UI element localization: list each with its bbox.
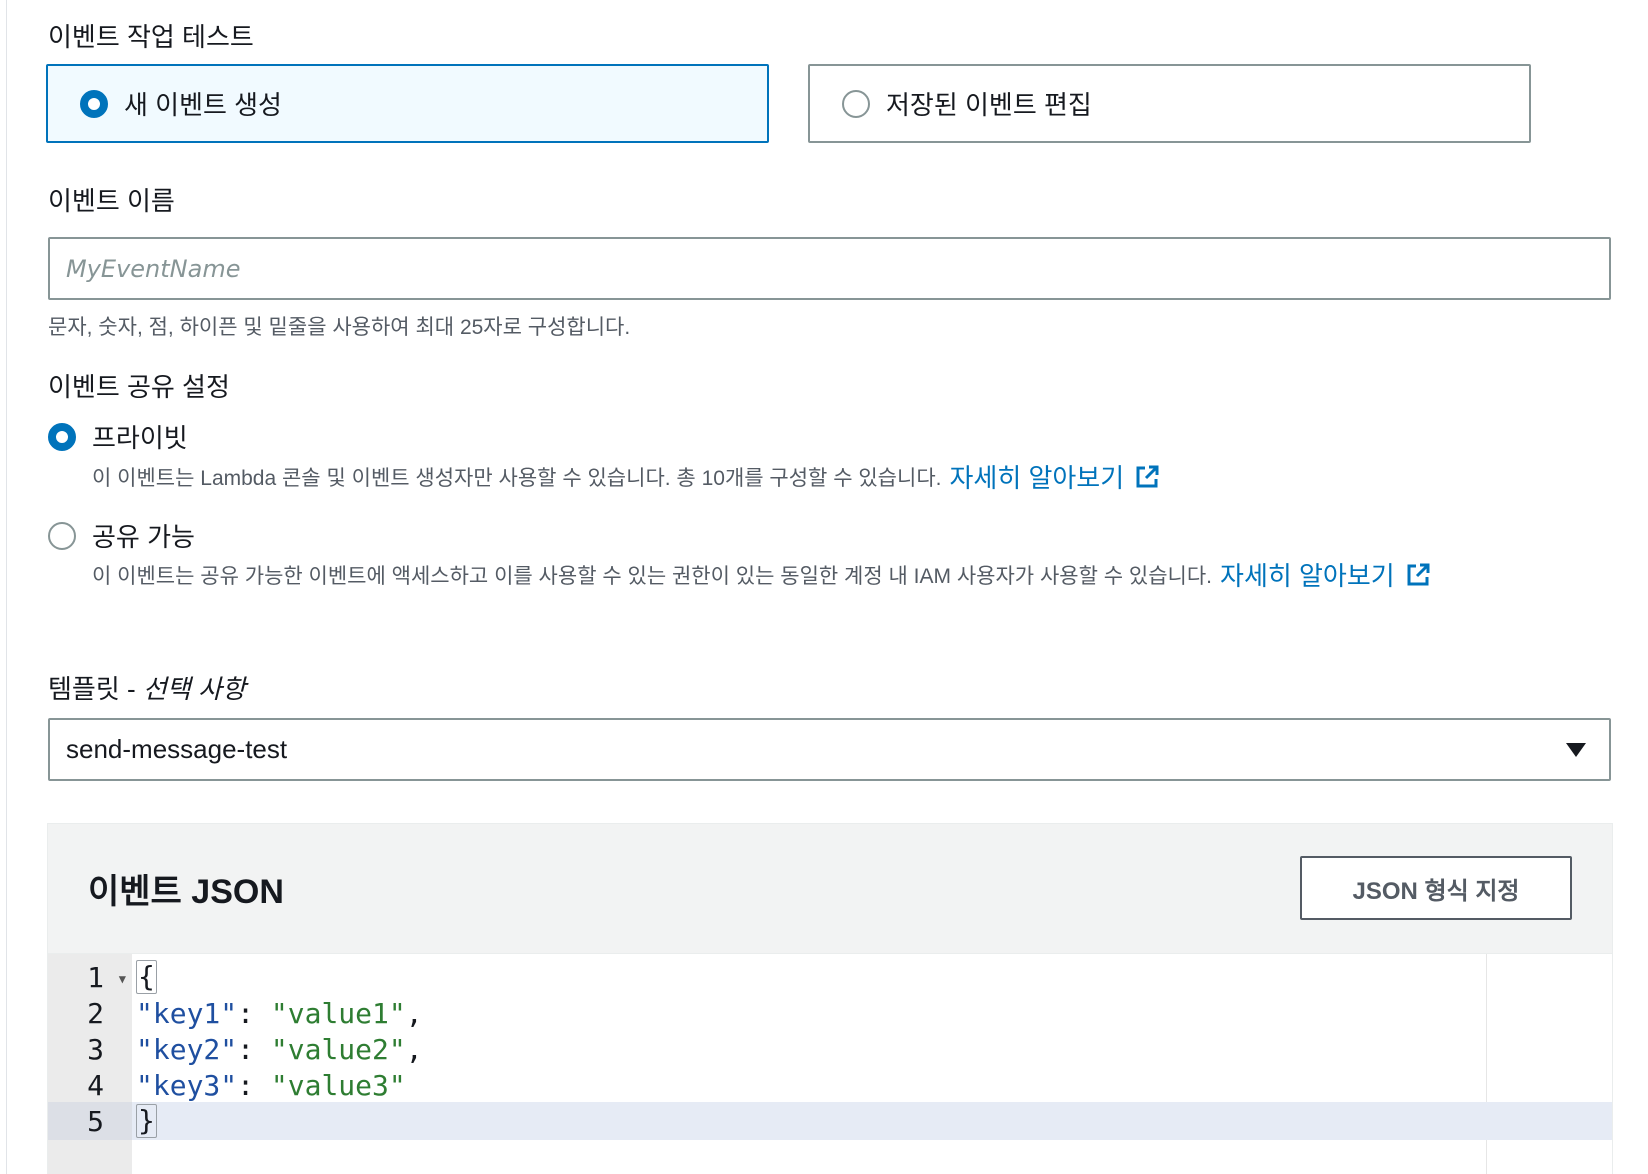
radio-unselected-icon[interactable] bbox=[842, 89, 870, 118]
json-value: "value3" bbox=[270, 1068, 406, 1102]
json-key: "key3" bbox=[136, 1068, 238, 1102]
line-number: 5 bbox=[48, 1102, 132, 1140]
json-key: "key2" bbox=[136, 1032, 238, 1066]
json-colon: : bbox=[237, 1068, 271, 1102]
event-json-title: 이벤트 JSON bbox=[88, 873, 284, 911]
json-comma: , bbox=[405, 1032, 423, 1066]
event-sharing-label: 이벤트 공유 설정 bbox=[48, 372, 230, 402]
create-new-event-option[interactable]: 새 이벤트 생성 bbox=[46, 64, 769, 143]
learn-more-text: 자세히 알아보기 bbox=[1220, 561, 1395, 591]
line-number: 2 bbox=[87, 996, 104, 1030]
line-number: 3 bbox=[87, 1032, 104, 1066]
json-colon: : bbox=[237, 1032, 271, 1066]
template-optional-text: 선택 사항 bbox=[142, 674, 246, 704]
json-key: "key1" bbox=[136, 996, 238, 1030]
sharing-private-label: 프라이빗 bbox=[92, 423, 188, 453]
code-line-active[interactable]: 5 } bbox=[48, 1102, 1612, 1140]
sharing-shareable-label: 공유 가능 bbox=[92, 522, 195, 552]
edit-saved-event-option[interactable]: 저장된 이벤트 편집 bbox=[808, 64, 1531, 143]
line-number: 4 bbox=[87, 1068, 104, 1102]
json-value: "value2" bbox=[270, 1032, 406, 1066]
fold-toggle-icon[interactable]: ▼ bbox=[119, 972, 126, 986]
sharing-private-description: 이 이벤트는 Lambda 콘솔 및 이벤트 생성자만 사용할 수 있습니다. … bbox=[92, 458, 1160, 495]
open-brace: { bbox=[136, 960, 157, 994]
code-text: "key3": "value3" bbox=[132, 1069, 406, 1102]
sharing-private-description-text: 이 이벤트는 Lambda 콘솔 및 이벤트 생성자만 사용할 수 있습니다. … bbox=[92, 466, 942, 490]
format-json-button[interactable]: JSON 형식 지정 bbox=[1300, 856, 1572, 920]
left-divider bbox=[6, 0, 7, 1174]
template-label: 템플릿 - 선택 사항 bbox=[48, 669, 246, 706]
code-text: { bbox=[132, 960, 157, 994]
sharing-shareable-description-text: 이 이벤트는 공유 가능한 이벤트에 액세스하고 이를 사용할 수 있는 권한이… bbox=[92, 564, 1213, 588]
code-text: "key1": "value1", bbox=[132, 997, 423, 1030]
line-number-text: 1 bbox=[87, 960, 104, 994]
code-line[interactable]: 2 "key1": "value1", bbox=[48, 994, 1612, 1032]
sharing-shareable-option[interactable]: 공유 가능 bbox=[48, 517, 195, 554]
json-code-editor[interactable]: 1 ▼ { 2 "key1": "value1", 3 "key2": "valu… bbox=[48, 953, 1612, 1174]
radio-selected-icon[interactable] bbox=[80, 89, 108, 118]
sharing-shareable-description: 이 이벤트는 공유 가능한 이벤트에 액세스하고 이를 사용할 수 있는 권한이… bbox=[92, 556, 1431, 593]
template-label-text: 템플릿 - bbox=[48, 674, 143, 704]
json-colon: : bbox=[237, 996, 271, 1030]
radio-selected-icon[interactable] bbox=[48, 422, 76, 451]
event-name-input[interactable] bbox=[48, 237, 1611, 300]
code-text: } bbox=[132, 1104, 157, 1138]
create-new-event-label: 새 이벤트 생성 bbox=[124, 90, 282, 120]
event-name-hint: 문자, 숫자, 점, 하이픈 및 밑줄을 사용하여 최대 25자로 구성합니다. bbox=[48, 316, 631, 339]
json-comma: , bbox=[405, 996, 423, 1030]
learn-more-link-shareable[interactable]: 자세히 알아보기 bbox=[1220, 556, 1431, 593]
external-link-icon bbox=[1136, 465, 1159, 487]
line-number: 1 ▼ bbox=[48, 958, 132, 996]
close-brace: } bbox=[136, 1104, 157, 1138]
code-line[interactable]: 3 "key2": "value2", bbox=[48, 1030, 1612, 1068]
event-json-panel: 이벤트 JSON JSON 형식 지정 1 ▼ { 2 "key1": "valu… bbox=[47, 823, 1613, 1174]
radio-unselected-icon[interactable] bbox=[48, 521, 76, 550]
code-line[interactable]: 1 ▼ { bbox=[48, 958, 1612, 996]
code-text: "key2": "value2", bbox=[132, 1033, 423, 1066]
learn-more-link-private[interactable]: 자세히 알아보기 bbox=[949, 458, 1160, 495]
json-value: "value1" bbox=[270, 996, 406, 1030]
code-line[interactable]: 4 "key3": "value3" bbox=[48, 1066, 1612, 1104]
caret-down-icon bbox=[1566, 743, 1586, 757]
edit-saved-event-label: 저장된 이벤트 편집 bbox=[886, 90, 1092, 120]
learn-more-text: 자세히 알아보기 bbox=[949, 463, 1125, 493]
template-selected-value: send-message-test bbox=[66, 734, 288, 764]
event-action-label: 이벤트 작업 테스트 bbox=[48, 22, 254, 52]
event-name-label: 이벤트 이름 bbox=[48, 186, 175, 216]
template-select[interactable]: send-message-test bbox=[48, 718, 1611, 781]
sharing-private-option[interactable]: 프라이빗 bbox=[48, 418, 188, 455]
external-link-icon bbox=[1407, 563, 1430, 585]
